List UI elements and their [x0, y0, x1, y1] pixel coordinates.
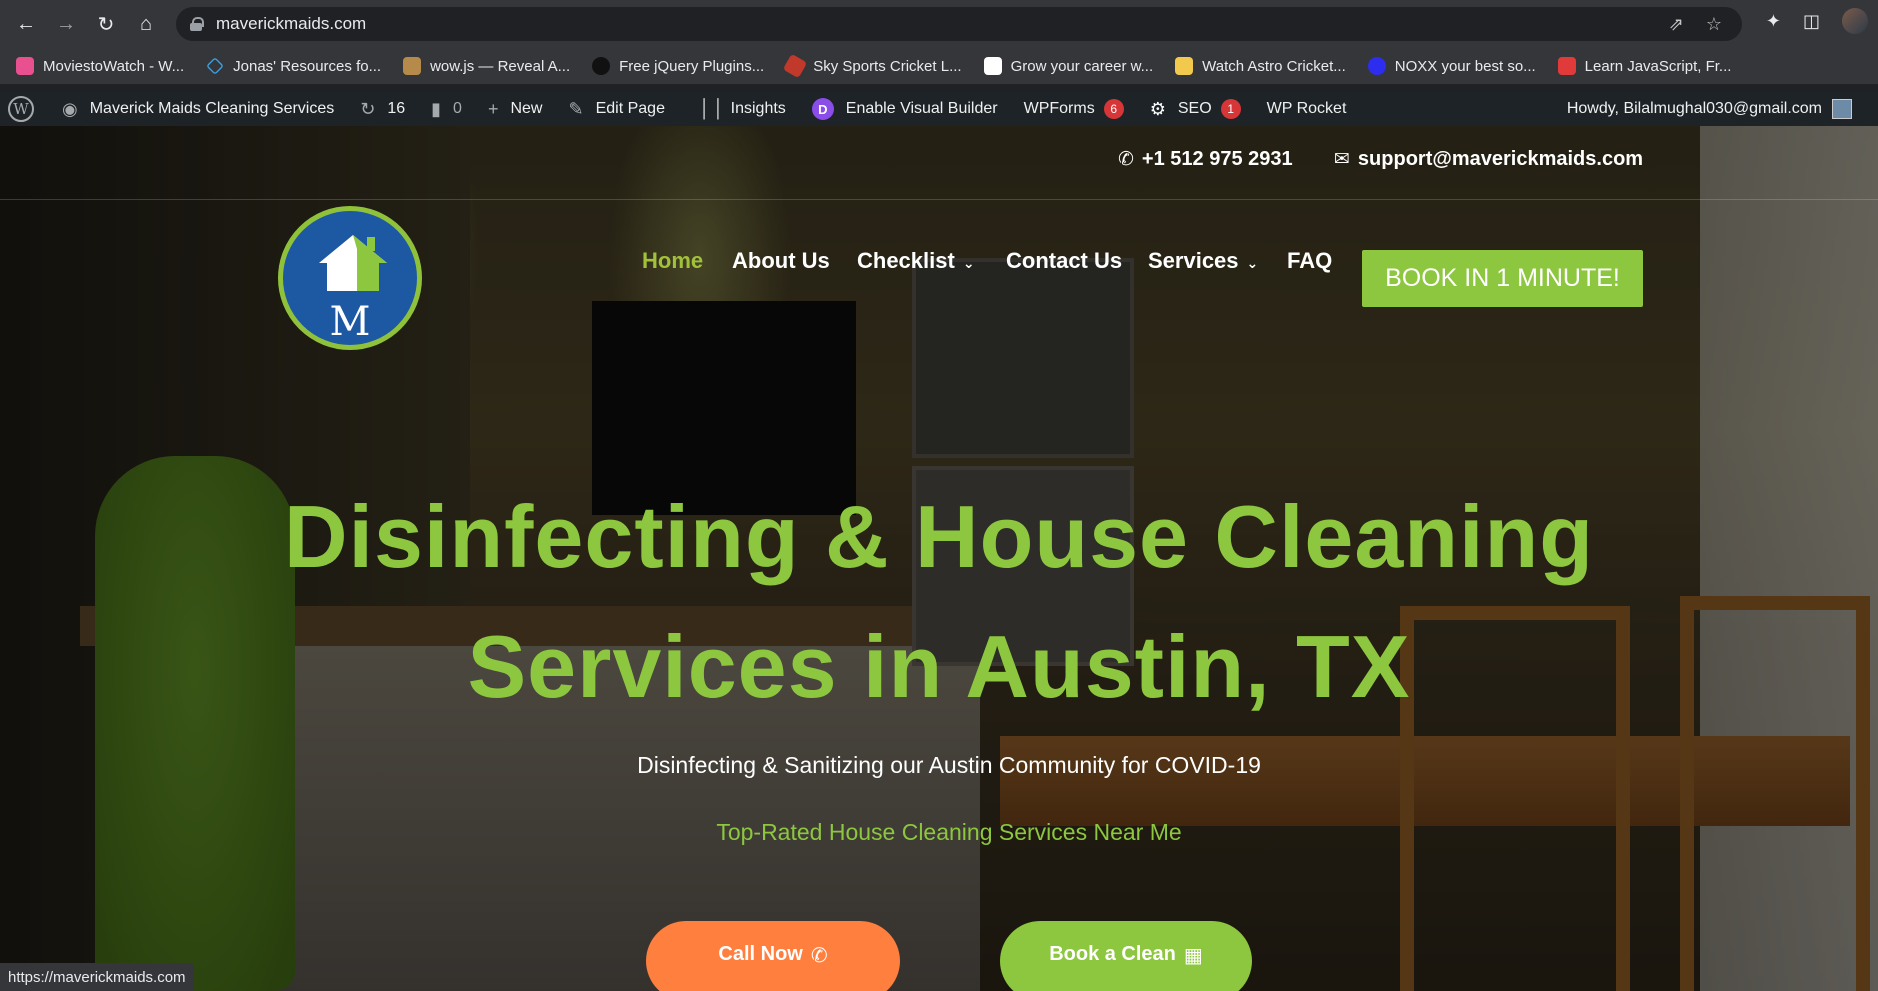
share-icon[interactable]: ⇗ [1669, 14, 1684, 35]
wp-insights[interactable]: ▕▕ Insights [691, 99, 786, 120]
bookmark-favicon-icon [1557, 57, 1576, 75]
address-bar[interactable]: maverickmaids.com ⇗ ☆ [176, 7, 1742, 41]
nav-contact[interactable]: Contact Us [1006, 248, 1122, 274]
bookmark-favicon-icon [1367, 57, 1386, 75]
wp-site-name[interactable]: ◉ Maverick Maids Cleaning Services [62, 99, 334, 120]
hero-section: ✆ +1 512 975 2931 ✉ support@maverickmaids.… [0, 126, 1878, 991]
phone-icon: ✆ [810, 945, 828, 967]
bookmark-favicon-icon [206, 57, 225, 75]
plus-icon: + [487, 98, 499, 119]
book-in-1-minute-button[interactable]: BOOK IN 1 MINUTE! [1362, 250, 1643, 307]
bookmark-favicon-icon [592, 57, 611, 75]
nav-checklist[interactable]: Checklist ⌄ [857, 248, 975, 274]
logo-monogram: M [329, 299, 371, 345]
bookmark-favicon-icon [782, 53, 808, 79]
bookmarks-bar: MoviestoWatch - W... Jonas' Resources fo… [0, 48, 1878, 84]
hero-headline-line-1: Disinfecting & House Cleaning [283, 487, 1595, 586]
divi-icon: D [811, 98, 834, 120]
wpforms-count-badge: 6 [1103, 99, 1124, 119]
phone-link[interactable]: ✆ +1 512 975 2931 [1118, 148, 1293, 171]
bookmark-item[interactable]: Free jQuery Plugins... [592, 57, 764, 75]
extensions-icon[interactable]: ✦ [1766, 11, 1781, 32]
bookmark-item[interactable]: Sky Sports Cricket L... [782, 53, 962, 79]
bookmark-favicon-icon [1175, 57, 1194, 75]
side-panel-icon[interactable]: ◫ [1803, 11, 1820, 32]
bookmark-star-icon[interactable]: ☆ [1706, 14, 1722, 35]
bookmark-item[interactable]: MoviestoWatch - W... [16, 57, 184, 75]
wp-admin-bar: W ◉ Maverick Maids Cleaning Services ↻ 16 … [0, 92, 1878, 126]
forward-icon[interactable]: → [46, 4, 86, 44]
wp-updates[interactable]: ↻ 16 [360, 99, 405, 120]
chevron-down-icon: ⌄ [962, 255, 975, 271]
bookmark-item[interactable]: Learn JavaScript, Fr... [1557, 57, 1731, 75]
hero-tagline: Top-Rated House Cleaning Services Near M… [716, 819, 1182, 845]
bookmark-item[interactable]: wow.js — Reveal A... [403, 57, 570, 75]
hero-headline-line-2: Services in Austin, TX [467, 617, 1411, 716]
url-text[interactable]: maverickmaids.com [216, 14, 366, 34]
bookmark-item[interactable]: Watch Astro Cricket... [1175, 57, 1346, 75]
status-bar-url: https://maverickmaids.com [0, 963, 194, 991]
profile-avatar[interactable] [1842, 8, 1868, 34]
wp-visual-builder[interactable]: D Enable Visual Builder [811, 98, 998, 120]
contact-topbar: ✆ +1 512 975 2931 ✉ support@maverickmaids.… [0, 126, 1878, 200]
bar-chart-icon: ▕▕ [690, 98, 719, 119]
user-avatar [1832, 99, 1852, 119]
email-link[interactable]: ✉ support@maverickmaids.com [1334, 148, 1643, 171]
wp-comments[interactable]: ▮ 0 [431, 99, 462, 120]
chevron-down-icon: ⌄ [1246, 255, 1259, 271]
nav-home[interactable]: Home [642, 248, 703, 274]
wordpress-logo-icon[interactable]: W [8, 96, 34, 122]
wp-wpforms[interactable]: WPForms 6 [1024, 99, 1124, 119]
calendar-icon: ▦ [1183, 945, 1203, 967]
wp-seo[interactable]: ⚙ SEO 1 [1150, 99, 1241, 120]
home-icon[interactable]: ⌂ [126, 4, 166, 44]
pencil-icon: ✎ [568, 98, 584, 119]
envelope-icon: ✉ [1334, 149, 1350, 170]
phone-icon: ✆ [1118, 149, 1134, 170]
back-icon[interactable]: ← [6, 4, 46, 44]
lock-icon[interactable] [190, 17, 204, 31]
bookmark-favicon-icon [983, 57, 1002, 75]
bookmark-favicon-icon [16, 57, 34, 75]
seo-gear-icon: ⚙ [1149, 98, 1166, 119]
bookmark-item[interactable]: NOXX your best so... [1367, 57, 1536, 75]
browser-chrome: ← → ↻ ⌂ maverickmaids.com ⇗ ☆ ✦ ◫ Movies… [0, 0, 1878, 84]
reload-icon[interactable]: ↻ [86, 4, 126, 44]
nav-faq[interactable]: FAQ [1287, 248, 1332, 274]
updates-icon: ↻ [360, 98, 376, 119]
wp-account[interactable]: Howdy, Bilalmughal030@gmail.com [1567, 92, 1852, 126]
hero-subline: Disinfecting & Sanitizing our Austin Com… [637, 752, 1261, 778]
comment-icon: ▮ [431, 98, 442, 119]
wp-edit-page[interactable]: ✎ Edit Page [568, 99, 664, 120]
call-now-button[interactable]: Call Now ✆ [646, 921, 900, 991]
nav-about[interactable]: About Us [732, 248, 830, 274]
wp-new[interactable]: + New [488, 99, 543, 120]
wp-rocket[interactable]: WP Rocket [1267, 100, 1347, 118]
browser-toolbar: ← → ↻ ⌂ maverickmaids.com ⇗ ☆ ✦ ◫ [0, 0, 1878, 48]
dashboard-icon: ◉ [62, 98, 78, 119]
seo-count-badge: 1 [1220, 99, 1241, 119]
book-a-clean-button[interactable]: Book a Clean ▦ [1000, 921, 1252, 991]
bookmark-item[interactable]: Grow your career w... [983, 57, 1153, 75]
bookmark-favicon-icon [403, 57, 422, 75]
bookmark-item[interactable]: Jonas' Resources fo... [206, 57, 381, 75]
nav-services[interactable]: Services ⌄ [1148, 248, 1258, 274]
